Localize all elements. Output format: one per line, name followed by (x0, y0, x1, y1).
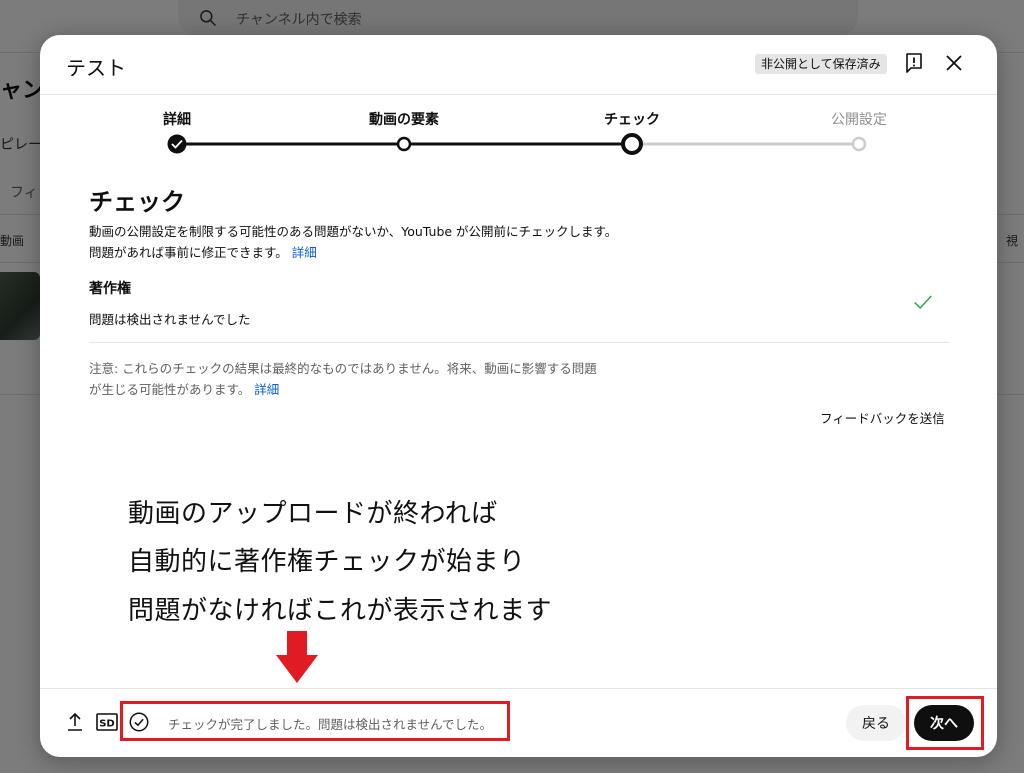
footer-divider (40, 688, 997, 689)
header-divider (40, 94, 997, 95)
send-feedback-link[interactable]: フィードバックを送信 (820, 408, 945, 427)
check-circle-icon (129, 712, 149, 732)
upload-dialog: テスト 非公開として保存済み 詳細 動画の要素 チェック 公開設定 チェック 動… (40, 35, 997, 757)
annotation-line-1: 動画のアップロードが終われば (128, 499, 498, 529)
section-divider (89, 342, 949, 343)
close-icon[interactable] (942, 51, 966, 75)
step-visibility[interactable]: 公開設定 (831, 109, 887, 129)
learn-more-link[interactable]: 詳細 (292, 245, 317, 260)
arrow-down-icon (276, 631, 318, 683)
check-status-text: チェックが完了しました。問題は検出されませんでした。 (168, 717, 493, 732)
upload-icon (68, 712, 82, 731)
step-video-elements[interactable]: 動画の要素 (369, 109, 439, 129)
checks-heading: チェック (89, 188, 185, 216)
annotation-line-3: 問題がなければこれが表示されます (128, 596, 553, 626)
stepper-progress (167, 133, 867, 155)
step-video-elements-dot (396, 136, 412, 152)
checks-note-text: 注意: これらのチェックの結果は最終的なものではありません。将来、動画に影響する… (89, 361, 597, 397)
dialog-title: テスト (66, 56, 126, 80)
check-icon (914, 295, 932, 310)
step-details[interactable]: 詳細 (163, 109, 191, 129)
sd-quality-icon: SD (96, 713, 118, 731)
step-checks[interactable]: チェック (604, 109, 660, 129)
step-details-done-icon (167, 134, 187, 154)
next-button[interactable]: 次へ (914, 705, 974, 741)
saved-status-badge: 非公開として保存済み (755, 54, 887, 74)
checks-description-text: 動画の公開設定を制限する可能性のある問題がないか、YouTube が公開前にチェ… (89, 224, 618, 260)
back-button[interactable]: 戻る (846, 705, 906, 741)
sd-badge-text: SD (99, 719, 115, 730)
step-checks-active-dot (621, 133, 643, 155)
step-visibility-dot (851, 136, 867, 152)
annotation-line-2: 自動的に著作権チェックが始まり (128, 547, 526, 577)
copyright-status: 問題は検出されませんでした (89, 312, 251, 327)
checks-description: 動画の公開設定を制限する可能性のある問題がないか、YouTube が公開前にチェ… (89, 221, 619, 263)
copyright-heading: 著作権 (89, 281, 131, 297)
feedback-icon[interactable] (902, 51, 926, 75)
checks-note: 注意: これらのチェックの結果は最終的なものではありません。将来、動画に影響する… (89, 358, 609, 400)
note-learn-more-link[interactable]: 詳細 (254, 382, 279, 397)
